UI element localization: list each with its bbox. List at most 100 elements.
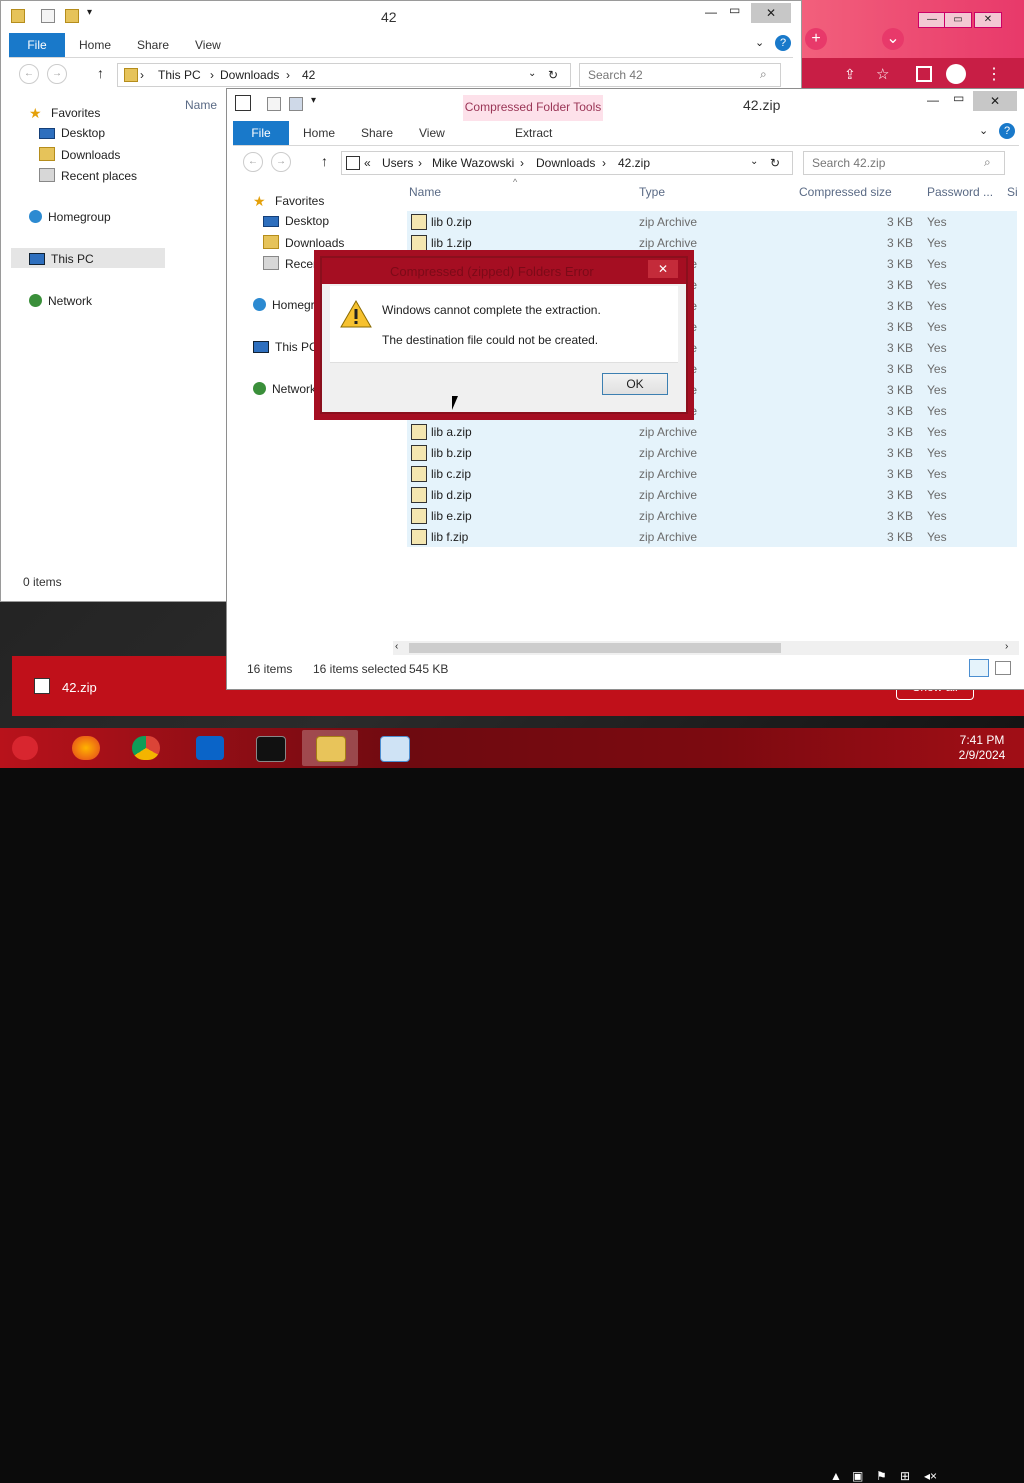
dialog-close-button[interactable]: ✕ [648,260,678,278]
address-arrow-icon[interactable]: › [140,68,144,82]
forward-button[interactable]: → [271,152,291,172]
new-folder-icon[interactable] [65,9,79,23]
chrome-menu-icon[interactable]: ⋮ [986,64,1002,84]
minimize-button[interactable]: — [927,93,939,107]
help-icon[interactable]: ? [999,123,1015,139]
nav-downloads[interactable]: Downloads [263,235,344,250]
table-row[interactable]: lib 0.zip zip Archive 3 KB Yes [407,211,1017,232]
profile-avatar-icon[interactable] [946,64,966,84]
scroll-left-icon[interactable]: ‹ [395,641,398,652]
tab-share[interactable]: Share [361,121,393,145]
address-arrow-icon[interactable]: › [602,156,606,170]
chrome-minimize-button[interactable]: — [918,12,946,28]
close-button[interactable]: ✕ [973,91,1017,111]
up-arrow-icon[interactable]: ↑ [97,65,104,81]
taskbar-clock[interactable]: 7:41 PM 2/9/2024 [950,733,1014,763]
column-header-password[interactable]: Password ... [927,185,993,199]
ribbon-expand-icon[interactable]: ⌄ [755,36,764,49]
tray-expand-icon[interactable]: ▲ [830,1469,842,1483]
breadcrumb-mike-wazowski[interactable]: Mike Wazowski [432,156,514,170]
table-row[interactable]: lib d.zip zip Archive 3 KB Yes [407,484,1017,505]
column-header-more[interactable]: Si [1007,185,1018,199]
close-button[interactable]: ✕ [751,3,791,23]
new-tab-button[interactable]: + [805,28,827,50]
taskbar-terminal[interactable] [242,730,298,766]
table-row[interactable]: lib c.zip zip Archive 3 KB Yes [407,463,1017,484]
scroll-right-icon[interactable]: › [1005,641,1008,652]
address-bar[interactable]: « Users › Mike Wazowski › Downloads › 42… [341,151,793,175]
help-icon[interactable]: ? [775,35,791,51]
nav-favorites[interactable]: ★ Favorites [253,193,324,210]
search-box[interactable]: Search 42 ⌕ [579,63,781,87]
nav-homegroup[interactable]: Homegroup [29,210,111,224]
tab-search-button[interactable]: ⌄ [882,28,904,50]
maximize-button[interactable]: ▭ [953,91,964,105]
address-arrow-icon[interactable]: › [418,156,422,170]
horizontal-scrollbar[interactable]: ‹ › [393,641,1019,655]
table-row[interactable]: lib 1.zip zip Archive 3 KB Yes [407,232,1017,253]
table-row[interactable]: lib f.zip zip Archive 3 KB Yes [407,526,1017,547]
breadcrumb-downloads[interactable]: Downloads [220,68,279,82]
table-row[interactable]: lib e.zip zip Archive 3 KB Yes [407,505,1017,526]
taskbar-chrome[interactable] [118,730,174,766]
tab-file[interactable]: File [233,121,289,145]
download-filename[interactable]: 42.zip [62,680,97,695]
tray-network-icon[interactable]: ▣ [852,1469,863,1483]
tray-ethernet-icon[interactable]: ⊞ [900,1469,910,1483]
nav-recent-places[interactable]: Recent places [39,168,137,183]
back-button[interactable]: ← [19,64,39,84]
breadcrumb-this-pc[interactable]: This PC [158,68,201,82]
properties-icon[interactable] [41,9,55,23]
nav-desktop[interactable]: Desktop [263,214,329,228]
address-bar[interactable]: › This PC › Downloads › 42 ⌄ ↻ [117,63,571,87]
search-placeholder[interactable]: Search 42 [588,68,643,82]
search-icon[interactable]: ⌕ [984,155,991,170]
search-box[interactable]: Search 42.zip ⌕ [803,151,1005,175]
back-button[interactable]: ← [243,152,263,172]
nav-favorites[interactable]: ★ Favorites [29,105,100,122]
tray-flag-icon[interactable]: ⚑ [876,1469,887,1483]
up-arrow-icon[interactable]: ↑ [321,153,328,169]
maximize-button[interactable]: ▭ [729,3,740,17]
breadcrumb-downloads[interactable]: Downloads [536,156,595,170]
tab-home[interactable]: Home [79,33,111,57]
minimize-button[interactable]: — [705,5,717,19]
quick-access-dropdown-icon[interactable]: ▾ [311,95,316,106]
breadcrumb-users[interactable]: Users [382,156,413,170]
tray-volume-icon[interactable]: ◂× [924,1469,937,1483]
column-header-name[interactable]: Name [185,98,217,112]
column-header-compressed-size[interactable]: Compressed size [799,185,892,199]
bookmark-star-icon[interactable]: ☆ [876,65,889,83]
refresh-icon[interactable]: ↻ [548,68,558,82]
chrome-close-button[interactable]: ✕ [974,12,1002,28]
address-arrow-icon[interactable]: › [286,68,290,82]
search-placeholder[interactable]: Search 42.zip [812,156,885,170]
new-folder-icon[interactable] [289,97,303,111]
tab-view[interactable]: View [195,33,221,57]
nav-homegroup[interactable]: Homegro [253,298,321,312]
breadcrumb-42[interactable]: 42 [302,68,315,82]
tab-file[interactable]: File [9,33,65,57]
nav-recent-places[interactable]: Recent [263,256,323,271]
ribbon-expand-icon[interactable]: ⌄ [979,124,988,137]
properties-icon[interactable] [267,97,281,111]
forward-button[interactable]: → [47,64,67,84]
share-icon[interactable]: ⇪ [844,66,856,83]
nav-network[interactable]: Network [253,382,316,396]
tab-share[interactable]: Share [137,33,169,57]
tab-view[interactable]: View [419,121,445,145]
tab-compressed-folder-tools[interactable]: Compressed Folder Tools [463,95,603,121]
address-arrow-icon[interactable]: › [520,156,524,170]
taskbar-firefox[interactable] [58,730,114,766]
column-header-type[interactable]: Type [639,185,665,199]
column-header-name[interactable]: Name [409,185,441,199]
details-view-icon[interactable] [969,659,989,677]
refresh-icon[interactable]: ↻ [770,156,780,170]
quick-access-dropdown-icon[interactable]: ▾ [87,7,92,18]
tab-home[interactable]: Home [303,121,335,145]
sidepanel-icon[interactable] [916,66,932,82]
ok-button[interactable]: OK [602,373,668,395]
taskbar-file-explorer[interactable] [302,730,358,766]
nav-this-pc[interactable]: This PC [253,340,318,354]
search-icon[interactable]: ⌕ [760,67,767,82]
